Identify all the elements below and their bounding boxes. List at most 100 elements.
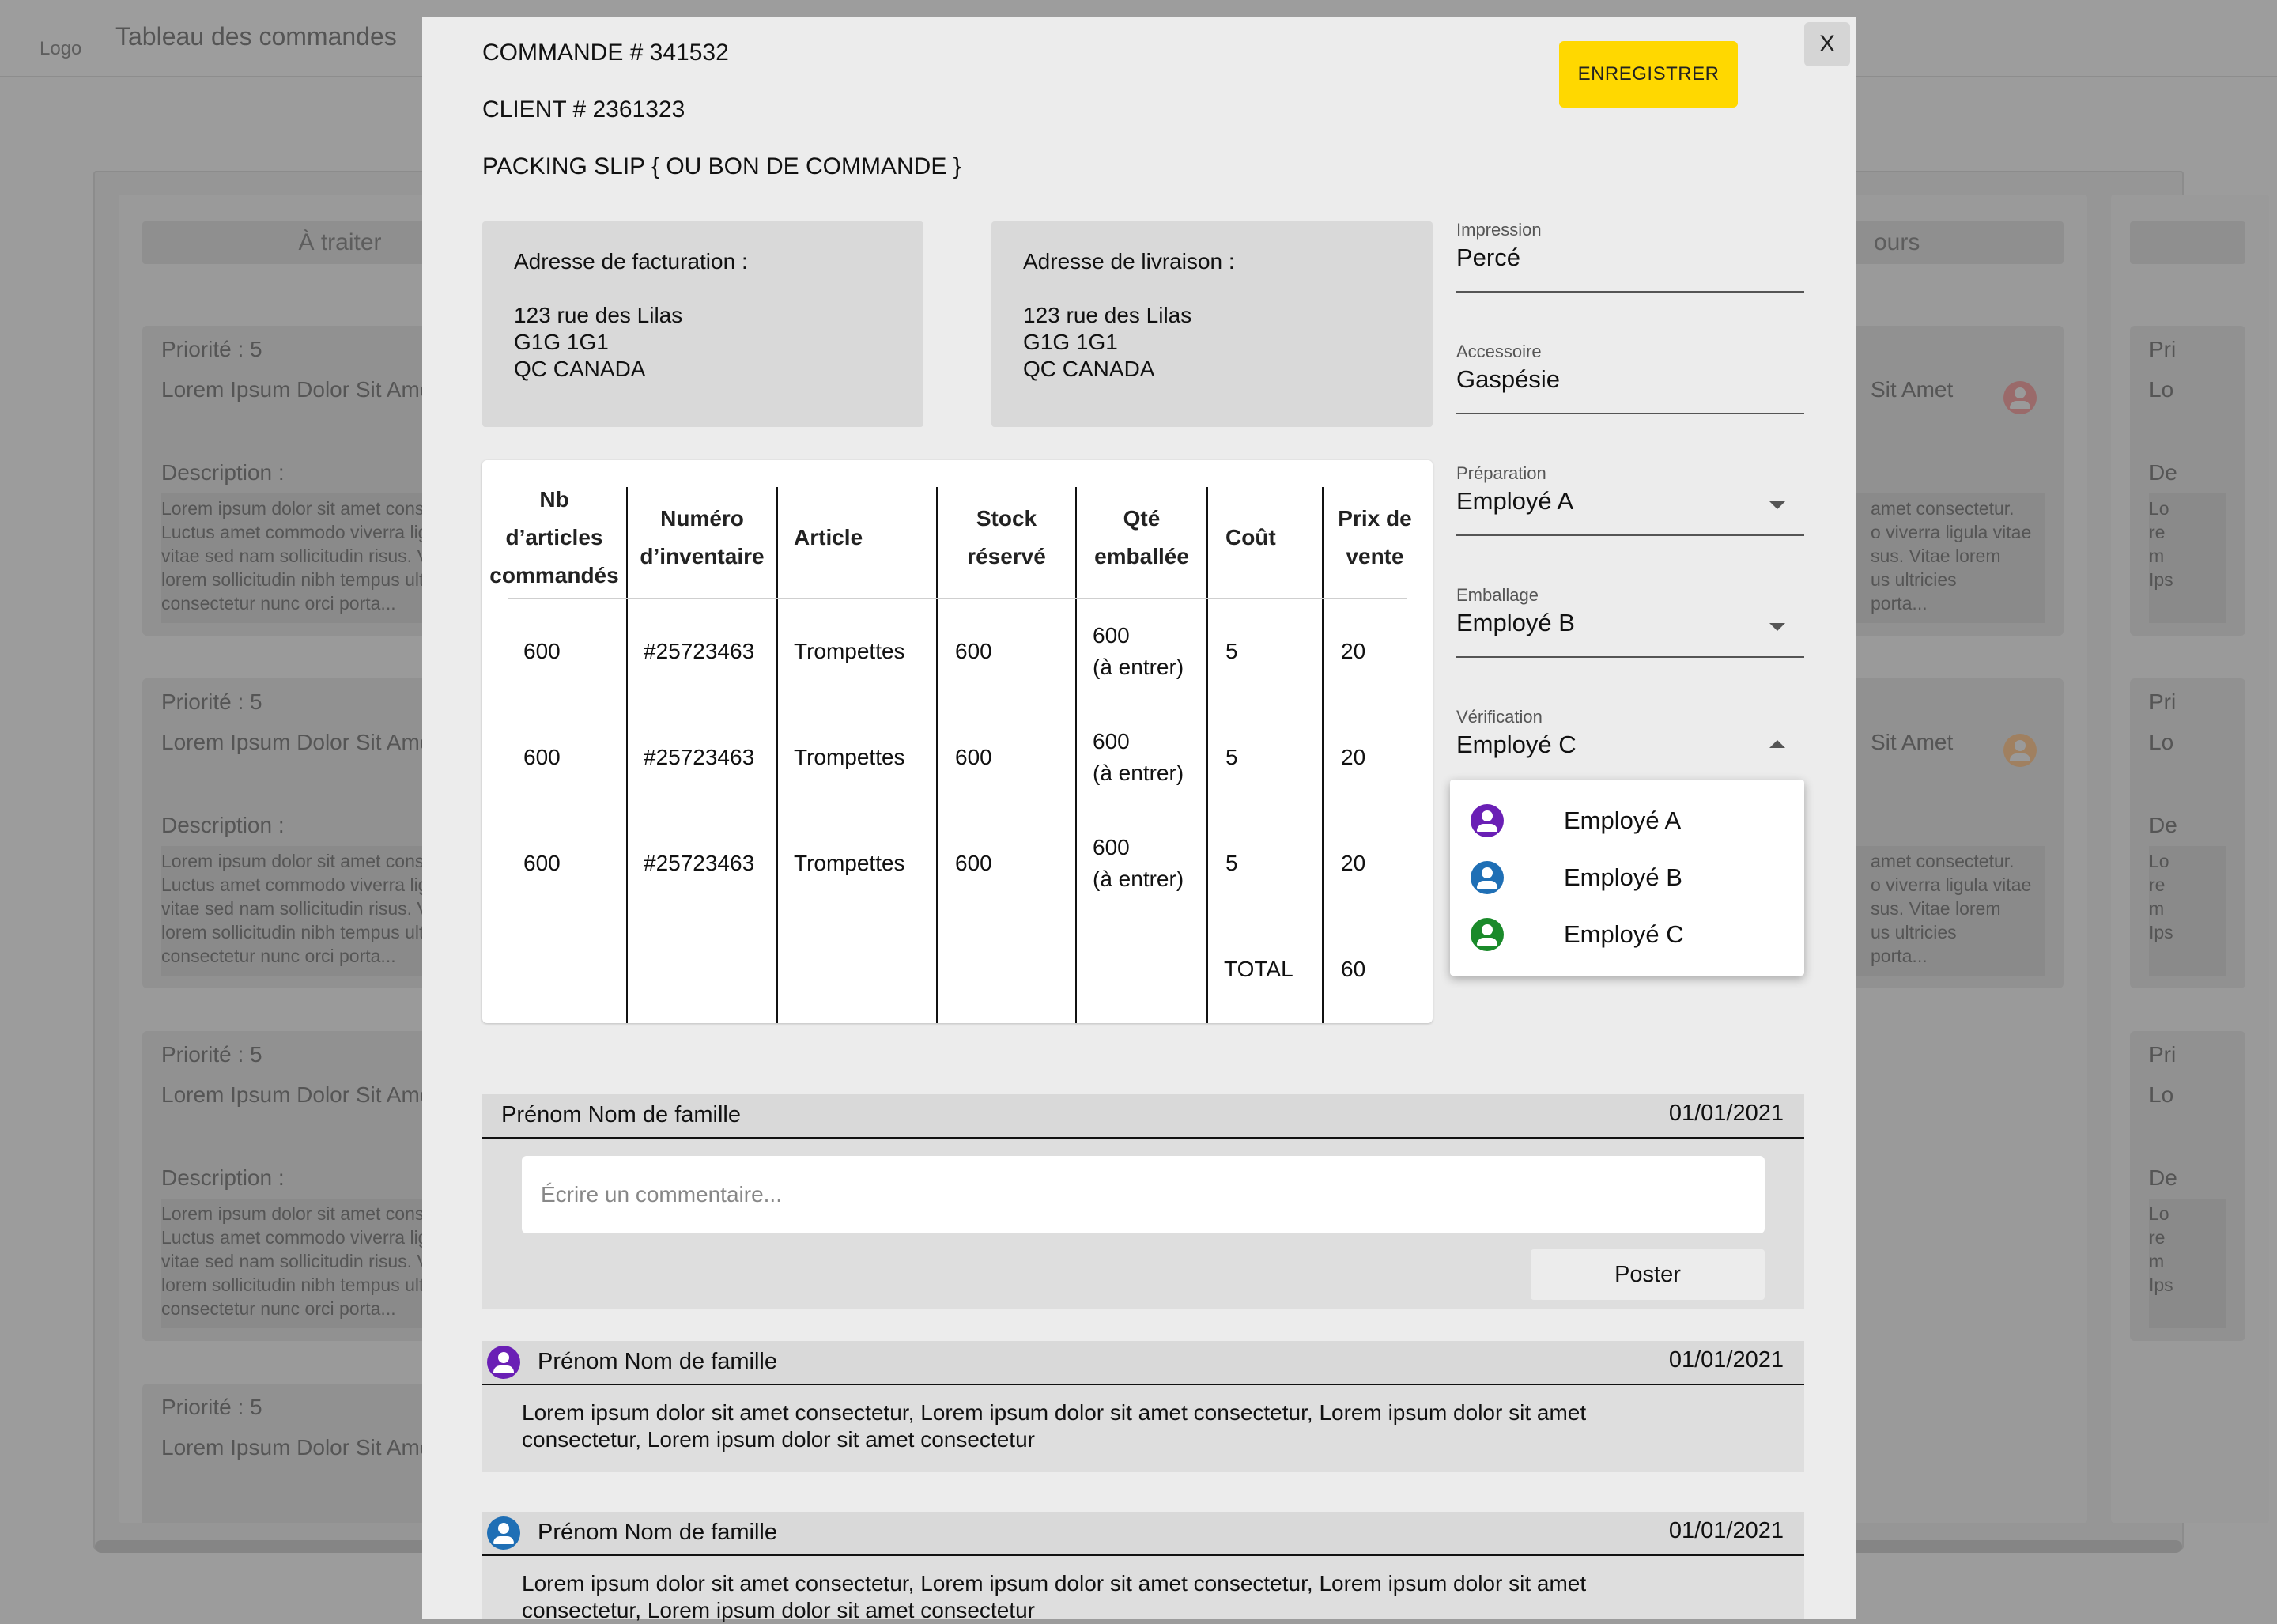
logo[interactable]: Logo xyxy=(40,38,81,60)
cell-nb: 600 xyxy=(523,745,561,769)
card-description-label: De xyxy=(2149,460,2177,485)
table-header: Numéro d’inventaire xyxy=(628,500,776,576)
dropdown-option-employe-c[interactable]: Employé C xyxy=(1450,906,1804,963)
cell-nb: 600 xyxy=(523,851,561,875)
address-line: 123 rue des Lilas xyxy=(514,303,683,327)
comment-date: 01/01/2021 xyxy=(1668,1518,1784,1543)
cell-cost: 5 xyxy=(1225,639,1238,663)
post-button[interactable]: Poster xyxy=(1531,1249,1765,1300)
cell-qty-note: (à entrer) xyxy=(1093,655,1184,679)
card-description: Lo re m Ips xyxy=(2149,1199,2226,1328)
comment-author: Prénom Nom de famille xyxy=(501,1102,741,1127)
comment-header: Prénom Nom de famille 01/01/2021 xyxy=(482,1341,1804,1385)
dropdown-option-employe-a[interactable]: Employé A xyxy=(1450,792,1804,849)
cell-stock: 600 xyxy=(955,851,992,875)
cell-price: 20 xyxy=(1341,639,1366,663)
comment-text: Lorem ipsum dolor sit amet consectetur, … xyxy=(522,1400,1587,1425)
table-header: Qté emballée xyxy=(1077,500,1206,576)
card-priority: Pri xyxy=(2149,689,2177,714)
header-line: Coût xyxy=(1225,525,1276,550)
impression-label: Impression xyxy=(1456,220,1542,240)
accessoire-value: Gaspésie xyxy=(1456,365,1560,393)
table-header: Coût xyxy=(1225,519,1276,557)
packing-slip-title: PACKING SLIP { OU BON DE COMMANDE } xyxy=(482,153,961,179)
cell-cost: 5 xyxy=(1225,851,1238,875)
address-line: G1G 1G1 xyxy=(514,330,609,354)
chevron-down-icon[interactable] xyxy=(1769,501,1785,509)
cell-stock: 600 xyxy=(955,745,992,769)
header-line: commandés xyxy=(489,563,619,587)
header-line: réservé xyxy=(967,544,1046,568)
preparation-select[interactable]: Préparation Employé A xyxy=(1456,463,1804,536)
card-description: Lo re m Ips xyxy=(2149,846,2226,976)
card-title: Lo xyxy=(2149,1082,2174,1107)
preparation-value: Employé A xyxy=(1456,487,1574,515)
option-label: Employé A xyxy=(1564,806,1682,834)
card-description-label: Description : xyxy=(161,813,285,837)
impression-field[interactable]: Impression Percé xyxy=(1456,220,1804,293)
header-line: emballée xyxy=(1094,544,1189,568)
comment-date: 01/01/2021 xyxy=(1668,1101,1784,1126)
verification-label: Vérification xyxy=(1456,707,1543,727)
card-description: Lo re m Ips xyxy=(2149,493,2226,623)
cell-stock: 600 xyxy=(955,639,992,663)
order-number: COMMANDE # 341532 xyxy=(482,40,729,66)
cell-inventory: #25723463 xyxy=(644,851,755,875)
card-priority: Priorité : 5 xyxy=(161,1042,262,1067)
card-title: Lo xyxy=(2149,730,2174,754)
cell-qty-note: (à entrer) xyxy=(1093,761,1184,785)
order-card[interactable]: Pri Lo De Lo re m Ips xyxy=(2130,326,2245,636)
cell-article: Trompettes xyxy=(794,639,905,663)
page-title: Tableau des commandes xyxy=(115,22,397,51)
card-description-label: Description : xyxy=(161,1165,285,1190)
accessoire-field[interactable]: Accessoire Gaspésie xyxy=(1456,342,1804,414)
emballage-value: Employé B xyxy=(1456,609,1575,636)
dropdown-option-employe-b[interactable]: Employé B xyxy=(1450,849,1804,906)
verification-value: Employé C xyxy=(1456,731,1577,758)
comment-date: 01/01/2021 xyxy=(1668,1347,1784,1373)
order-card[interactable]: Pri Lo De Lo re m Ips xyxy=(2130,678,2245,988)
header-line: Numéro xyxy=(660,506,744,531)
card-title: Lo xyxy=(2149,377,2174,402)
chevron-up-icon[interactable] xyxy=(1769,740,1785,748)
cell-cost: 5 xyxy=(1225,745,1238,769)
billing-address-label: Adresse de facturation : xyxy=(514,249,748,274)
cell-qty: 600 xyxy=(1093,623,1130,648)
table-header: Stock réservé xyxy=(938,500,1075,576)
comment-header: Prénom Nom de famille 01/01/2021 xyxy=(482,1512,1804,1556)
user-icon xyxy=(1471,804,1504,837)
header-line: d’inventaire xyxy=(640,544,765,568)
table-header: Prix de vente xyxy=(1324,500,1426,576)
header-line: Prix de xyxy=(1338,506,1412,531)
comment-input[interactable] xyxy=(522,1156,1765,1233)
column-divider xyxy=(1206,487,1208,1023)
cell-nb: 600 xyxy=(523,639,561,663)
order-card[interactable]: Pri Lo De Lo re m Ips xyxy=(2130,1031,2245,1341)
header-line: Stock xyxy=(976,506,1037,531)
cell-qty: 600 xyxy=(1093,729,1130,753)
comment-text: Lorem ipsum dolor sit amet consectetur, … xyxy=(522,1571,1587,1596)
cell-qty: 600 xyxy=(1093,835,1130,859)
avatar-icon xyxy=(2003,381,2037,414)
shipping-address-label: Adresse de livraison : xyxy=(1023,249,1235,274)
shipping-address: Adresse de livraison : 123 rue des Lilas… xyxy=(991,221,1433,427)
save-button[interactable]: ENREGISTRER xyxy=(1559,41,1738,108)
table-header: Article xyxy=(794,519,863,557)
user-icon xyxy=(487,1346,520,1379)
emballage-select[interactable]: Emballage Employé B xyxy=(1456,585,1804,658)
card-description-label: De xyxy=(2149,813,2177,837)
cell-inventory: #25723463 xyxy=(644,639,755,663)
chevron-down-icon[interactable] xyxy=(1769,623,1785,631)
cell-inventory: #25723463 xyxy=(644,745,755,769)
option-label: Employé B xyxy=(1564,863,1682,891)
total-value: 60 xyxy=(1341,957,1366,981)
user-icon xyxy=(1471,861,1504,894)
card-priority: Priorité : 5 xyxy=(161,337,262,361)
close-button[interactable]: X xyxy=(1804,22,1850,66)
verification-select[interactable]: Vérification Employé C xyxy=(1456,707,1804,770)
total-label: TOTAL xyxy=(1224,957,1293,981)
user-icon xyxy=(1471,918,1504,951)
comment-author: Prénom Nom de famille xyxy=(538,1520,777,1545)
billing-address: Adresse de facturation : 123 rue des Lil… xyxy=(482,221,923,427)
order-items-table: Nb d’articles commandés Numéro d’inventa… xyxy=(482,460,1433,1023)
